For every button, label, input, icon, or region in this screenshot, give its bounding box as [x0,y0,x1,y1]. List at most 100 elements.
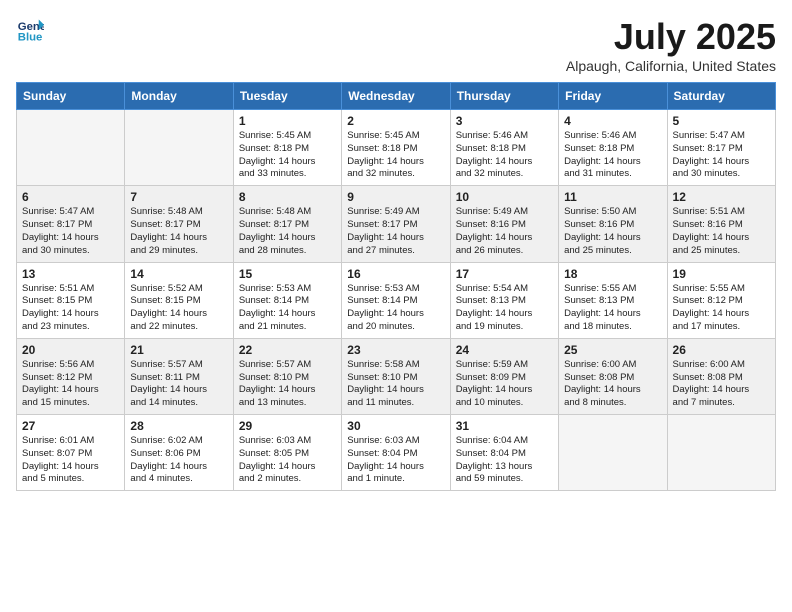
day-number: 21 [130,343,227,357]
calendar-cell: 20Sunrise: 5:56 AM Sunset: 8:12 PM Dayli… [17,338,125,414]
day-number: 2 [347,114,444,128]
calendar-cell: 5Sunrise: 5:47 AM Sunset: 8:17 PM Daylig… [667,110,775,186]
calendar-cell [125,110,233,186]
day-number: 4 [564,114,661,128]
day-number: 26 [673,343,770,357]
day-number: 31 [456,419,553,433]
calendar-cell: 28 Sunrise: 6:02 AM Sunset: 8:06 PM Dayli… [125,415,233,491]
calendar-cell: 27Sunrise: 6:01 AM Sunset: 8:07 PM Dayli… [17,415,125,491]
calendar-cell: 17Sunrise: 5:54 AM Sunset: 8:13 PM Dayli… [450,262,558,338]
calendar-cell: 18 Sunrise: 5:55 AM Sunset: 8:13 PM Dayli… [559,262,667,338]
day-number: 18 [564,267,661,281]
calendar-cell: 13Sunrise: 5:51 AM Sunset: 8:15 PM Dayli… [17,262,125,338]
calendar-cell: 10 Sunrise: 5:49 AM Sunset: 8:16 PM Dayli… [450,186,558,262]
calendar-cell [667,415,775,491]
calendar-cell: 4 Sunrise: 5:46 AM Sunset: 8:18 PM Daylig… [559,110,667,186]
calendar-cell: 2 Sunrise: 5:45 AM Sunset: 8:18 PM Daylig… [342,110,450,186]
day-info: Sunrise: 5:58 AM Sunset: 8:10 PM Dayligh… [347,359,444,410]
day-info: Sunrise: 6:03 AM Sunset: 8:04 PM Dayligh… [347,435,444,486]
day-number: 29 [239,419,336,433]
day-number: 22 [239,343,336,357]
weekday-header-saturday: Saturday [667,83,775,110]
day-info: Sunrise: 5:52 AM Sunset: 8:15 PM Dayligh… [130,283,227,334]
calendar-cell: 7 Sunrise: 5:48 AM Sunset: 8:17 PM Daylig… [125,186,233,262]
day-info: Sunrise: 5:59 AM Sunset: 8:09 PM Dayligh… [456,359,553,410]
calendar-cell: 8 Sunrise: 5:48 AM Sunset: 8:17 PM Daylig… [233,186,341,262]
day-number: 30 [347,419,444,433]
day-number: 28 [130,419,227,433]
day-info: Sunrise: 6:01 AM Sunset: 8:07 PM Dayligh… [22,435,119,486]
calendar-cell [559,415,667,491]
day-number: 9 [347,190,444,204]
day-info: Sunrise: 5:55 AM Sunset: 8:13 PM Dayligh… [564,283,661,334]
day-info: Sunrise: 6:02 AM Sunset: 8:06 PM Dayligh… [130,435,227,486]
title-block: July 2025 Alpaugh, California, United St… [566,16,776,74]
month-title: July 2025 [566,16,776,58]
calendar-table: SundayMondayTuesdayWednesdayThursdayFrid… [16,82,776,491]
calendar-cell: 30 Sunrise: 6:03 AM Sunset: 8:04 PM Dayli… [342,415,450,491]
day-info: Sunrise: 5:48 AM Sunset: 8:17 PM Dayligh… [239,206,336,257]
day-info: Sunrise: 5:46 AM Sunset: 8:18 PM Dayligh… [564,130,661,181]
day-number: 23 [347,343,444,357]
day-number: 12 [673,190,770,204]
calendar-cell: 11Sunrise: 5:50 AM Sunset: 8:16 PM Dayli… [559,186,667,262]
day-number: 15 [239,267,336,281]
weekday-header-monday: Monday [125,83,233,110]
day-info: Sunrise: 6:00 AM Sunset: 8:08 PM Dayligh… [673,359,770,410]
calendar-cell: 26 Sunrise: 6:00 AM Sunset: 8:08 PM Dayli… [667,338,775,414]
day-info: Sunrise: 5:55 AM Sunset: 8:12 PM Dayligh… [673,283,770,334]
svg-text:Blue: Blue [18,32,43,44]
day-info: Sunrise: 5:48 AM Sunset: 8:17 PM Dayligh… [130,206,227,257]
calendar-cell: 29 Sunrise: 6:03 AM Sunset: 8:05 PM Dayli… [233,415,341,491]
day-number: 7 [130,190,227,204]
day-number: 24 [456,343,553,357]
calendar-cell: 31 Sunrise: 6:04 AM Sunset: 8:04 PM Dayli… [450,415,558,491]
day-number: 25 [564,343,661,357]
logo-icon: General Blue [16,16,44,44]
day-info: Sunrise: 6:04 AM Sunset: 8:04 PM Dayligh… [456,435,553,486]
day-number: 3 [456,114,553,128]
calendar-cell [17,110,125,186]
calendar-cell: 21Sunrise: 5:57 AM Sunset: 8:11 PM Dayli… [125,338,233,414]
weekday-header-sunday: Sunday [17,83,125,110]
day-info: Sunrise: 5:46 AM Sunset: 8:18 PM Dayligh… [456,130,553,181]
day-info: Sunrise: 5:51 AM Sunset: 8:16 PM Dayligh… [673,206,770,257]
day-info: Sunrise: 5:47 AM Sunset: 8:17 PM Dayligh… [673,130,770,181]
day-number: 10 [456,190,553,204]
day-info: Sunrise: 5:45 AM Sunset: 8:18 PM Dayligh… [347,130,444,181]
day-info: Sunrise: 5:49 AM Sunset: 8:16 PM Dayligh… [456,206,553,257]
calendar-week-row: 20Sunrise: 5:56 AM Sunset: 8:12 PM Dayli… [17,338,776,414]
day-info: Sunrise: 5:49 AM Sunset: 8:17 PM Dayligh… [347,206,444,257]
calendar-cell: 3 Sunrise: 5:46 AM Sunset: 8:18 PM Daylig… [450,110,558,186]
day-info: Sunrise: 5:47 AM Sunset: 8:17 PM Dayligh… [22,206,119,257]
day-info: Sunrise: 5:53 AM Sunset: 8:14 PM Dayligh… [239,283,336,334]
day-info: Sunrise: 5:53 AM Sunset: 8:14 PM Dayligh… [347,283,444,334]
calendar-week-row: 1 Sunrise: 5:45 AM Sunset: 8:18 PM Daylig… [17,110,776,186]
calendar-cell: 12 Sunrise: 5:51 AM Sunset: 8:16 PM Dayli… [667,186,775,262]
page-header: General Blue July 2025 Alpaugh, Californ… [16,16,776,74]
day-info: Sunrise: 5:54 AM Sunset: 8:13 PM Dayligh… [456,283,553,334]
day-number: 11 [564,190,661,204]
day-number: 19 [673,267,770,281]
calendar-cell: 9 Sunrise: 5:49 AM Sunset: 8:17 PM Daylig… [342,186,450,262]
day-info: Sunrise: 5:57 AM Sunset: 8:10 PM Dayligh… [239,359,336,410]
location-title: Alpaugh, California, United States [566,58,776,74]
weekday-header-thursday: Thursday [450,83,558,110]
day-number: 1 [239,114,336,128]
day-number: 8 [239,190,336,204]
calendar-week-row: 27Sunrise: 6:01 AM Sunset: 8:07 PM Dayli… [17,415,776,491]
day-info: Sunrise: 6:03 AM Sunset: 8:05 PM Dayligh… [239,435,336,486]
calendar-cell: 23 Sunrise: 5:58 AM Sunset: 8:10 PM Dayli… [342,338,450,414]
day-number: 16 [347,267,444,281]
weekday-header-tuesday: Tuesday [233,83,341,110]
day-info: Sunrise: 5:56 AM Sunset: 8:12 PM Dayligh… [22,359,119,410]
day-info: Sunrise: 5:51 AM Sunset: 8:15 PM Dayligh… [22,283,119,334]
calendar-cell: 1Sunrise: 5:45 AM Sunset: 8:18 PM Daylig… [233,110,341,186]
calendar-week-row: 6Sunrise: 5:47 AM Sunset: 8:17 PM Daylig… [17,186,776,262]
weekday-header-friday: Friday [559,83,667,110]
day-info: Sunrise: 6:00 AM Sunset: 8:08 PM Dayligh… [564,359,661,410]
calendar-cell: 15 Sunrise: 5:53 AM Sunset: 8:14 PM Dayli… [233,262,341,338]
calendar-cell: 22 Sunrise: 5:57 AM Sunset: 8:10 PM Dayli… [233,338,341,414]
calendar-cell: 14Sunrise: 5:52 AM Sunset: 8:15 PM Dayli… [125,262,233,338]
calendar-week-row: 13Sunrise: 5:51 AM Sunset: 8:15 PM Dayli… [17,262,776,338]
